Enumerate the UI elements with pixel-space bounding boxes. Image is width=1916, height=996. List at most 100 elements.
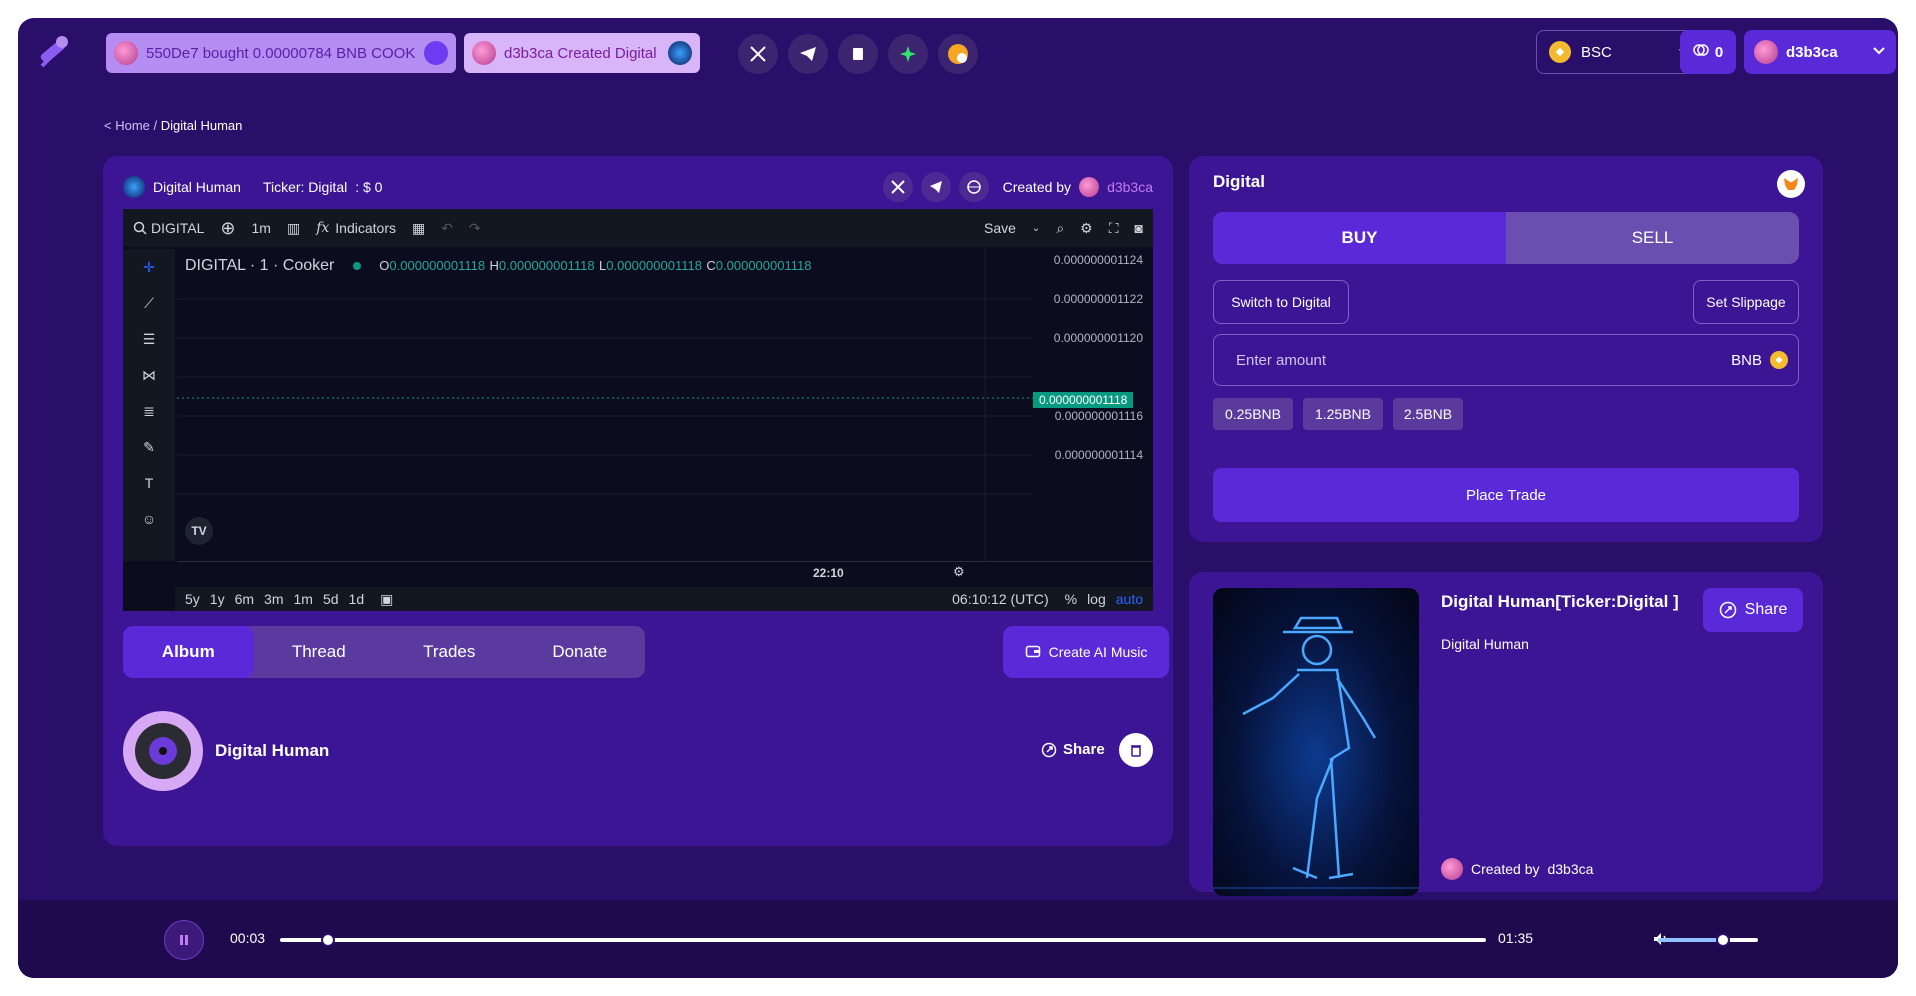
range-1d[interactable]: 1d (349, 591, 365, 607)
breadcrumb-current: Digital Human (160, 118, 243, 133)
tradingview-logo[interactable]: TV (185, 517, 213, 545)
compare-icon[interactable]: ⊕ (220, 218, 235, 239)
tab-thread[interactable]: Thread (254, 626, 385, 678)
time-axis[interactable]: 22:10 ⚙ (177, 561, 1153, 585)
price-chart[interactable]: DIGITAL ⊕ 1m ▥ fx Indicators ▦ ↶ ↷ Save ⌄… (123, 209, 1153, 611)
trade-title: Digital (1213, 172, 1265, 191)
price-axis[interactable]: 0.000000001124 0.000000001122 0.00000000… (1033, 249, 1153, 561)
camera-icon[interactable]: ◙ (1135, 220, 1143, 236)
quick-amount-button[interactable]: 0.25BNB (1213, 398, 1293, 430)
layout-icon[interactable]: ▦ (412, 220, 425, 237)
docs-icon[interactable] (838, 34, 878, 74)
tab-trades[interactable]: Trades (384, 626, 515, 678)
share-button[interactable]: Share (1041, 741, 1105, 758)
amount-input[interactable]: Enter amount BNB (1213, 334, 1799, 386)
chart-legend: DIGITAL · 1 · Cooker O0.000000001118 H0.… (185, 257, 812, 274)
chevron-down-icon[interactable]: ⌄ (1032, 223, 1040, 234)
avatar (1754, 40, 1778, 64)
candles-icon[interactable]: ▥ (287, 220, 300, 237)
range-1y[interactable]: 1y (210, 591, 225, 607)
amount-placeholder: Enter amount (1236, 351, 1327, 369)
chart-header: Digital Human Ticker: Digital : $ 0 Crea… (123, 172, 1153, 202)
x-icon[interactable] (738, 34, 778, 74)
range-5y[interactable]: 5y (185, 591, 200, 607)
log-toggle[interactable]: log (1087, 591, 1106, 607)
network-select[interactable]: BSC ▼ (1536, 30, 1700, 74)
creator-link[interactable]: d3b3ca (1547, 861, 1593, 877)
content-tabs: Album Thread Trades Donate (123, 626, 645, 678)
range-3m[interactable]: 3m (264, 591, 283, 607)
currency-unit: BNB (1731, 351, 1788, 369)
undo-icon[interactable]: ↶ (441, 220, 453, 237)
gear-icon[interactable]: ⚙ (1080, 220, 1093, 237)
fib-icon[interactable]: ☰ (123, 321, 175, 357)
zoom-icon[interactable]: ⌕ (1056, 220, 1064, 237)
ticker-item[interactable]: d3b3ca Created Digital (464, 33, 700, 73)
percent-toggle[interactable]: % (1065, 591, 1077, 607)
created-by-label: Created by (1471, 861, 1540, 877)
avatar (1079, 177, 1100, 197)
album-track[interactable]: Digital Human Share (123, 711, 1153, 791)
range-1m[interactable]: 1m (294, 591, 313, 607)
switch-token-button[interactable]: Switch to Digital (1213, 280, 1349, 324)
symbol-search[interactable]: DIGITAL (133, 220, 204, 236)
text-icon[interactable]: T (123, 465, 175, 501)
credits-button[interactable]: 0 (1680, 30, 1736, 74)
buy-tab[interactable]: BUY (1213, 212, 1506, 264)
created-by-label: Created by (1002, 179, 1072, 195)
create-ai-music-button[interactable]: Create AI Music (1003, 626, 1169, 678)
trash-icon[interactable] (1119, 733, 1153, 767)
chart-plot-area[interactable]: DIGITAL · 1 · Cooker O0.000000001118 H0.… (177, 249, 1033, 561)
duration-time: 01:35 (1498, 930, 1534, 946)
emoji-icon[interactable]: ☺ (123, 501, 175, 537)
redo-icon[interactable]: ↷ (469, 220, 481, 237)
tab-album[interactable]: Album (123, 626, 254, 678)
dex-icon[interactable] (938, 34, 978, 74)
range-5d[interactable]: 5d (323, 591, 339, 607)
quick-amount-button[interactable]: 1.25BNB (1303, 398, 1383, 430)
brush-icon[interactable]: ✎ (123, 429, 175, 465)
telegram-icon[interactable] (920, 172, 951, 202)
interval-select[interactable]: 1m (252, 220, 271, 236)
volume-handle[interactable] (1716, 933, 1730, 947)
sell-tab[interactable]: SELL (1506, 212, 1799, 264)
range-6m[interactable]: 6m (235, 591, 254, 607)
tab-donate[interactable]: Donate (515, 626, 646, 678)
telegram-icon[interactable] (788, 34, 828, 74)
volume-slider[interactable] (1658, 933, 1758, 947)
logo-icon[interactable] (34, 32, 74, 72)
seek-handle[interactable] (321, 933, 336, 947)
metamask-icon[interactable] (1777, 170, 1805, 198)
breadcrumb-home[interactable]: < Home (104, 118, 150, 133)
vinyl-disc-icon (123, 711, 203, 791)
user-menu-button[interactable]: d3b3ca (1744, 30, 1896, 74)
token-image (1213, 588, 1419, 896)
gear-icon[interactable]: ⚙ (953, 564, 965, 580)
crosshair-icon[interactable]: ✛ (123, 249, 175, 285)
indicators-button[interactable]: fx Indicators (316, 220, 396, 236)
price-tick: 0.000000001116 (1054, 409, 1143, 423)
globe-icon[interactable] (958, 172, 989, 202)
ticker-item[interactable]: 550De7 bought 0.00000784 BNB COOK (106, 33, 456, 73)
avatar (472, 41, 496, 65)
trendline-icon[interactable]: ⟋ (123, 285, 175, 321)
share-button[interactable]: Share (1703, 588, 1803, 632)
chart-toolbar: DIGITAL ⊕ 1m ▥ fx Indicators ▦ ↶ ↷ Save ⌄… (123, 209, 1153, 247)
save-button[interactable]: Save (984, 220, 1016, 236)
x-icon[interactable] (882, 172, 913, 202)
auto-toggle[interactable]: auto (1116, 591, 1143, 607)
utc-clock[interactable]: 06:10:12 (UTC) (952, 591, 1048, 607)
calendar-icon[interactable]: ▣ (380, 591, 393, 608)
seek-slider[interactable] (280, 933, 1486, 947)
pattern-icon[interactable]: ⋈ (123, 357, 175, 393)
place-trade-button[interactable]: Place Trade (1213, 468, 1799, 522)
gear-star-icon[interactable] (888, 34, 928, 74)
fullscreen-icon[interactable]: ⛶ (1109, 220, 1119, 237)
set-slippage-button[interactable]: Set Slippage (1693, 280, 1799, 324)
last-price-label: 0.000000001118 (1033, 392, 1134, 408)
pause-button[interactable] (164, 920, 204, 960)
token-avatar (424, 41, 448, 65)
projection-icon[interactable]: ≣ (123, 393, 175, 429)
creator-link[interactable]: d3b3ca (1107, 179, 1153, 195)
quick-amount-button[interactable]: 2.5BNB (1393, 398, 1463, 430)
